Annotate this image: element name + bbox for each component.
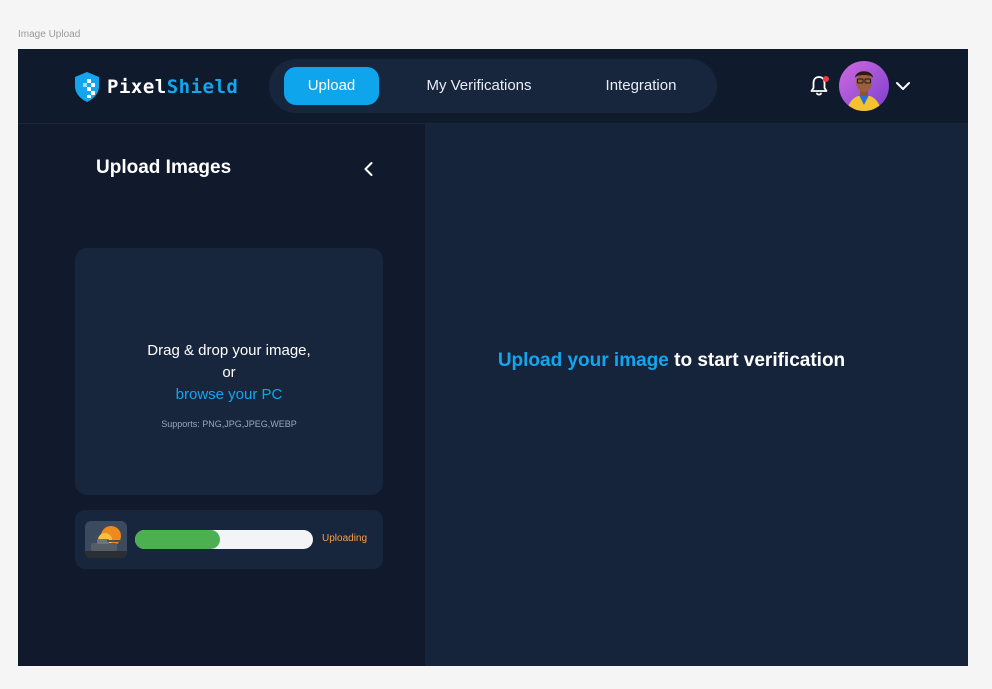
collapse-panel-button[interactable]	[360, 160, 378, 178]
cta-highlight: Upload your image	[497, 350, 669, 371]
image-dropzone[interactable]: Drag & drop your image, or browse your P…	[75, 248, 383, 495]
nav-tab-integration[interactable]: Integration	[584, 67, 698, 105]
brand-name: PixelShield	[107, 76, 238, 98]
upload-thumbnail	[85, 521, 127, 558]
nav-tab-upload[interactable]: Upload	[284, 67, 379, 105]
user-avatar-icon	[839, 61, 889, 111]
brand-name-part2: Shield	[166, 76, 239, 98]
supported-formats: Supports: PNG,JPG,JPEG,WEBP	[161, 419, 297, 429]
top-header: PixelShield Upload My Verifications Inte…	[18, 49, 968, 124]
upload-item: Uploading	[75, 510, 383, 569]
panel-title: Upload Images	[96, 157, 232, 178]
image-thumbnail-icon	[85, 521, 127, 558]
app-window: PixelShield Upload My Verifications Inte…	[18, 49, 968, 666]
main-nav: Upload My Verifications Integration	[269, 59, 717, 113]
avatar[interactable]	[839, 61, 889, 111]
browse-pc-link[interactable]: browse your PC	[75, 386, 383, 403]
upload-status: Uploading	[322, 533, 368, 544]
notifications-button[interactable]	[807, 74, 831, 98]
empty-state-message: Upload your image to start verification	[425, 347, 918, 375]
nav-tab-my-verifications[interactable]: My Verifications	[404, 67, 554, 105]
chevron-down-icon	[896, 82, 910, 90]
chevron-left-icon	[364, 162, 373, 176]
brand-logo[interactable]: PixelShield	[73, 71, 238, 103]
dropzone-or: or	[222, 364, 236, 381]
upload-progress-bar	[135, 530, 313, 549]
upload-sidebar: Upload Images Drag & drop your image, or…	[18, 124, 425, 666]
cta-rest: to start verification	[668, 350, 846, 371]
brand-name-part1: Pixel	[107, 76, 167, 98]
upload-progress-fill	[135, 530, 221, 549]
dropzone-instruction: Drag & drop your image,	[147, 342, 311, 359]
verification-area: Upload your image to start verification	[425, 124, 968, 666]
account-menu-toggle[interactable]	[895, 79, 911, 93]
shield-icon	[75, 72, 99, 102]
frame-label: Image Upload	[18, 29, 81, 40]
notification-dot	[823, 76, 829, 82]
